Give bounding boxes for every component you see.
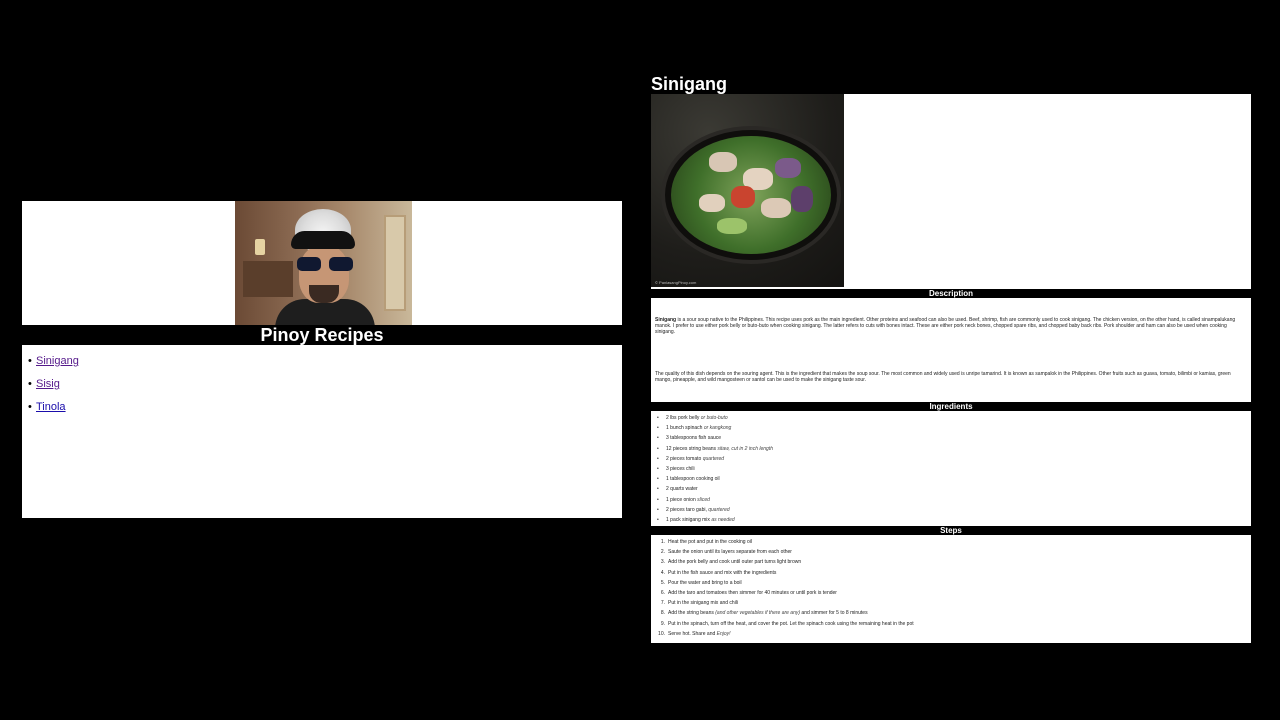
hero-banner	[22, 201, 622, 325]
photo-sunglasses	[297, 257, 353, 271]
photo-door	[384, 215, 406, 311]
photo-cap	[291, 231, 355, 249]
list-item: 1. Heat the pot and put in the cooking oi…	[660, 539, 752, 545]
list-item: 1 tablespoon cooking oil	[657, 475, 773, 485]
list-item: 2 pieces tomato quartered	[657, 455, 773, 465]
list-item: 7. Put in the sinigang mix and chili	[660, 600, 739, 607]
photo-shelf	[243, 261, 293, 297]
ingredients-list: 2 lbs pork belly or buto-buto 1 bunch sp…	[657, 414, 773, 526]
recipe-link-tinola[interactable]: Tinola	[36, 401, 66, 413]
description-paragraph: The quality of this dish depends on the …	[655, 371, 1231, 383]
list-item: 1 bunch spinach or kangkong	[657, 424, 773, 434]
list-item: 6. Add the taro and tomatoes then simmer …	[660, 589, 837, 596]
list-item: 12 pieces string beans sitaw, cut in 2 i…	[657, 445, 773, 455]
photo-lamp	[255, 239, 265, 255]
list-item: 2. Saute the onion until its layers separ…	[660, 549, 792, 556]
recipe-link-sisig[interactable]: Sisig	[36, 378, 60, 390]
recipes-index-panel: Pinoy Recipes Sinigang Sisig Tinola	[22, 201, 622, 518]
sinigang-photo: © PanlasangPinoy.com	[651, 94, 844, 287]
list-item: 1 piece onion sliced	[657, 496, 773, 506]
photo-watermark: © PanlasangPinoy.com	[655, 280, 697, 285]
list-item: 3 pieces chili	[657, 465, 773, 475]
site-title: Pinoy Recipes	[22, 325, 622, 345]
section-header-steps: Steps	[651, 526, 1251, 535]
list-item: 10. Serve hot. Share and Enjoy!	[658, 630, 731, 637]
recipe-detail-panel: © PanlasangPinoy.com Description Sinigan…	[651, 94, 1251, 643]
recipe-link-sinigang[interactable]: Sinigang	[36, 355, 79, 367]
list-item: 1 pack sinigang mix as needed	[657, 516, 773, 526]
recipe-title: Sinigang	[651, 74, 727, 94]
list-item: 8. Add the string beans (and other vegeta…	[660, 610, 868, 617]
steps-list: 1. Heat the pot and put in the cooking oi…	[655, 538, 914, 640]
list-item: 5. Pour the water and bring to a boil	[660, 579, 742, 586]
list-item: 2 quarts water	[657, 485, 773, 495]
list-item: 4. Put in the fish sauce and mix with the…	[660, 569, 777, 576]
recipe-list: Sinigang Sisig Tinola	[22, 345, 622, 424]
description-paragraph: Sinigang is a sour soup native to the Ph…	[655, 317, 1236, 335]
list-item: 3. Add the pork belly and cook until oute…	[660, 559, 802, 566]
list-item: 9. Put in the spinach, turn off the heat,…	[660, 620, 914, 627]
list-item: 2 pieces taro gabi, quartered	[657, 506, 773, 516]
list-item: 3 tablespoons fish sauce	[657, 434, 773, 444]
section-header-ingredients: Ingredients	[651, 402, 1251, 411]
list-item: Sisig	[28, 378, 622, 401]
section-header-description: Description	[651, 289, 1251, 298]
photo-beard	[309, 285, 339, 303]
list-item: Tinola	[28, 401, 622, 424]
list-item: Sinigang	[28, 355, 622, 378]
list-item: 2 lbs pork belly or buto-buto	[657, 414, 773, 424]
chef-photo	[235, 201, 412, 325]
